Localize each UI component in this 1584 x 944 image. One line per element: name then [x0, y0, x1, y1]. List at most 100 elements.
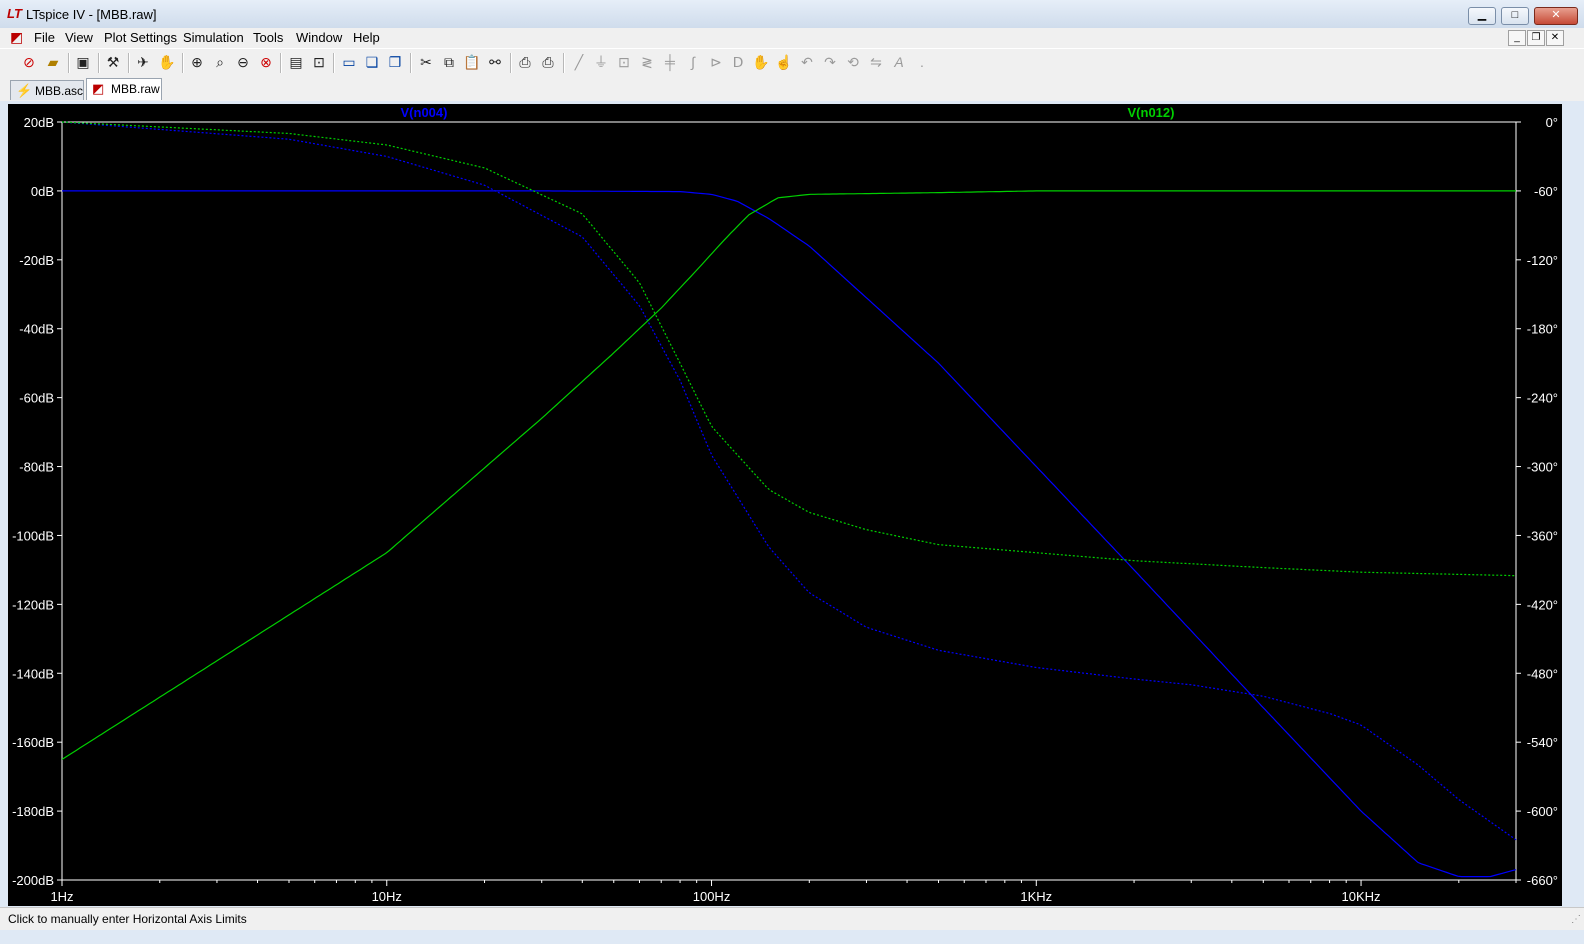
control-panel-hammer-icon[interactable]: ⚒ [104, 53, 122, 71]
toolbar-separator [333, 53, 335, 73]
right-axis-tick-label: -540° [1527, 735, 1558, 750]
print-preview-icon[interactable]: ⎙ [516, 53, 534, 71]
tab-mbb-raw[interactable]: ◩ MBB.raw [86, 78, 162, 100]
x-axis-tick-label: 100Hz [693, 889, 731, 904]
toolbar: ⊘ ▰ ▣ ⚒ ✈ ✋ ⊕ ⌕ ⊖ ⊗ ▤ ⊡ ▭ ❏ ❐ ✂ ⧉ 📋 ⚯ ⎙ … [0, 48, 1584, 78]
resize-grip-icon[interactable]: ⋰ [1571, 914, 1581, 925]
series-vn004-phase [61, 121, 1517, 841]
toolbar-separator [280, 53, 282, 73]
manual-limits-icon[interactable]: ⊡ [310, 53, 328, 71]
zoom-fit-icon[interactable]: ⊗ [257, 53, 275, 71]
series-vn012-magnitude [61, 190, 1516, 760]
left-axis-tick-label: -100dB [12, 528, 54, 543]
draw-wire-icon[interactable]: ╱ [570, 53, 588, 71]
component-icon[interactable]: ᗞ [729, 53, 747, 71]
left-axis-tick-label: -160dB [12, 735, 54, 750]
resistor-icon[interactable]: ≷ [638, 53, 656, 71]
copy-icon[interactable]: ⧉ [440, 53, 458, 71]
window-title: LTspice IV - [MBB.raw] [26, 7, 157, 22]
maximize-button[interactable]: □ [1501, 7, 1529, 25]
zoom-area-icon[interactable]: ⌕ [211, 53, 229, 71]
cut-icon[interactable]: ✂ [417, 53, 435, 71]
mdi-close-button[interactable]: ✕ [1546, 30, 1564, 46]
autorange-icon[interactable]: ▤ [287, 53, 305, 71]
x-axis-tick-label: 1Hz [50, 889, 73, 904]
rotate-icon[interactable]: ⟲ [844, 53, 862, 71]
drag-hand-icon[interactable]: ☝ [775, 53, 793, 71]
series-vn004-magnitude [62, 190, 1517, 878]
right-axis-tick-label: -660° [1527, 873, 1558, 888]
right-axis-tick-label: -60° [1534, 184, 1558, 199]
menu-tools[interactable]: Tools [253, 30, 283, 45]
tab-label: MBB.raw [111, 82, 160, 96]
diode-icon[interactable]: ⊳ [707, 53, 725, 71]
x-axis-tick-label: 1KHz [1020, 889, 1052, 904]
series-vn012-phase [61, 121, 1517, 577]
mirror-icon[interactable]: ⇋ [867, 53, 885, 71]
left-axis-tick-label: -60dB [19, 391, 54, 406]
move-hand-icon[interactable]: ✋ [752, 53, 770, 71]
menu-plot-settings[interactable]: Plot Settings [104, 30, 177, 45]
menu-window[interactable]: Window [296, 30, 342, 45]
text-icon[interactable]: A [890, 53, 908, 71]
ltspice-app-icon[interactable]: LT [7, 6, 22, 21]
close-button[interactable]: ✕ [1534, 7, 1578, 25]
undo-icon[interactable]: ↶ [798, 53, 816, 71]
label-net-icon[interactable]: ⊡ [615, 53, 633, 71]
mdi-minimize-button[interactable]: _ [1508, 30, 1526, 46]
menu-help[interactable]: Help [353, 30, 380, 45]
right-axis-tick-label: -300° [1527, 460, 1558, 475]
window-bottom-border [0, 930, 1584, 944]
menu-file[interactable]: File [34, 30, 55, 45]
redo-icon[interactable]: ↷ [821, 53, 839, 71]
right-axis-tick-label: -120° [1527, 253, 1558, 268]
document-tabs: ⚡ MBB.asc ◩ MBB.raw [0, 77, 1584, 101]
menu-view[interactable]: View [65, 30, 93, 45]
capacitor-icon[interactable]: ╪ [661, 53, 679, 71]
save-icon[interactable]: ▣ [74, 53, 92, 71]
open-folder-icon[interactable]: ▰ [44, 53, 62, 71]
mdi-restore-button[interactable]: ❐ [1527, 30, 1545, 46]
toolbar-separator [128, 53, 130, 73]
inductor-icon[interactable]: ∫ [684, 53, 702, 71]
toolbar-separator [98, 53, 100, 73]
paste-icon[interactable]: 📋 [463, 53, 481, 71]
right-axis-tick-label: -180° [1527, 322, 1558, 337]
tile-horizontal-icon[interactable]: ▭ [340, 53, 358, 71]
run-simulation-icon[interactable]: ✈ [134, 53, 152, 71]
toolbar-separator [68, 53, 70, 73]
waveform-plot-pane[interactable]: 20dB 0dB -20dB -40dB -60dB -80dB -100dB -120dB -… [8, 104, 1562, 906]
toolbar-separator [182, 53, 184, 73]
status-bar: Click to manually enter Horizontal Axis … [0, 907, 1584, 930]
tile-vertical-icon[interactable]: ❐ [386, 53, 404, 71]
left-axis-tick-label: -180dB [12, 804, 54, 819]
tab-mbb-asc[interactable]: ⚡ MBB.asc [10, 80, 84, 100]
spice-directive-icon[interactable]: . [913, 53, 931, 71]
new-schematic-icon[interactable]: ⊘ [20, 53, 38, 71]
zoom-out-icon[interactable]: ⊖ [234, 53, 252, 71]
right-axis-tick-label: 0° [1546, 115, 1558, 130]
left-axis-tick-label: -80dB [19, 460, 54, 475]
title-bar: LT LTspice IV - [MBB.raw] ▁ □ ✕ [0, 0, 1584, 28]
x-axis-tick-label: 10Hz [372, 889, 402, 904]
right-axis-tick-label: -240° [1527, 391, 1558, 406]
x-axis-tick-label: 10KHz [1342, 889, 1381, 904]
right-axis-tick-label: -420° [1527, 597, 1558, 612]
cascade-windows-icon[interactable]: ❏ [363, 53, 381, 71]
right-axis-tick-label: -360° [1527, 528, 1558, 543]
waveform-doc-icon[interactable]: ◩ [10, 29, 23, 46]
ground-icon[interactable]: ⏚ [592, 53, 610, 71]
left-axis-tick-label: 20dB [24, 115, 54, 130]
bode-plot[interactable]: 20dB 0dB -20dB -40dB -60dB -80dB -100dB -120dB -… [8, 104, 1562, 906]
halt-hand-icon[interactable]: ✋ [158, 53, 176, 71]
left-axis-tick-label: -20dB [19, 253, 54, 268]
left-axis-tick-label: -200dB [12, 873, 54, 888]
print-icon[interactable]: ⎙ [539, 53, 557, 71]
zoom-in-icon[interactable]: ⊕ [188, 53, 206, 71]
right-axis-tick-label: -480° [1527, 666, 1558, 681]
menu-simulation[interactable]: Simulation [183, 30, 244, 45]
find-binoculars-icon[interactable]: ⚯ [486, 53, 504, 71]
right-axis-tick-label: -600° [1527, 804, 1558, 819]
trace-label: V(n004) [401, 105, 448, 120]
minimize-button[interactable]: ▁ [1468, 7, 1496, 25]
